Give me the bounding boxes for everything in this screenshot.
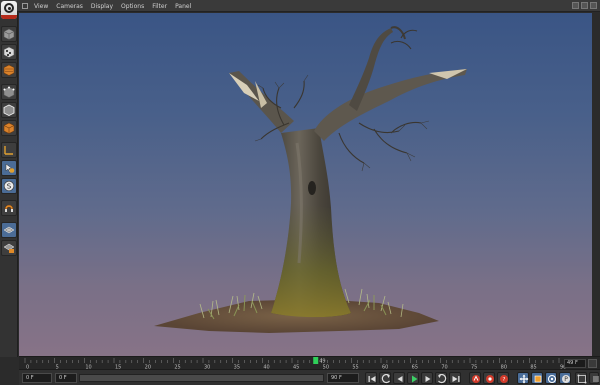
timeline-arrow-icon[interactable] xyxy=(588,359,597,368)
minimize-icon[interactable] xyxy=(572,2,579,9)
workplane-icon[interactable] xyxy=(1,222,17,238)
tweak-mode-icon[interactable] xyxy=(1,160,17,176)
point-level-animation-icon[interactable] xyxy=(575,372,587,384)
tree-render-image xyxy=(154,26,467,333)
snap-icon[interactable] xyxy=(1,200,17,216)
svg-text:?: ? xyxy=(503,377,506,383)
menu-display[interactable]: Display xyxy=(91,3,113,10)
menu-options[interactable]: Options xyxy=(121,3,144,10)
record-position-icon[interactable] xyxy=(517,372,529,384)
record-parameter-icon[interactable]: P xyxy=(559,372,571,384)
next-key-icon[interactable] xyxy=(435,372,447,384)
model-mode-icon[interactable] xyxy=(1,26,17,42)
min-frame-field[interactable]: 0 F xyxy=(55,373,77,383)
timeline-menu-icon[interactable] xyxy=(589,372,599,384)
maximize-icon[interactable] xyxy=(581,2,588,9)
transport-bar: 0 F 0 F 90 F ? P xyxy=(19,369,600,385)
play-icon[interactable] xyxy=(407,372,419,384)
go-to-start-icon[interactable] xyxy=(365,372,377,384)
menu-view[interactable]: View xyxy=(34,3,48,10)
viewport-menu: View Cameras Display Options Filter Pane… xyxy=(22,0,191,12)
texture-mode-icon[interactable] xyxy=(1,44,17,60)
playhead-frame-label: 49 xyxy=(319,359,325,365)
menu-filter[interactable]: Filter xyxy=(152,3,167,10)
window-controls xyxy=(572,2,597,9)
previous-key-icon[interactable] xyxy=(379,372,391,384)
timeline-ruler[interactable]: 05101520253035404550556065707580859049 4… xyxy=(19,356,600,370)
menu-cameras[interactable]: Cameras xyxy=(56,3,83,10)
record-scale-icon[interactable] xyxy=(531,372,543,384)
current-frame-field[interactable]: 49 F xyxy=(564,359,586,368)
lock-workplane-icon[interactable] xyxy=(1,240,17,256)
playhead[interactable] xyxy=(313,357,319,364)
points-mode-icon[interactable] xyxy=(1,84,17,100)
previous-frame-icon[interactable] xyxy=(393,372,405,384)
next-frame-icon[interactable] xyxy=(421,372,433,384)
svg-text:S: S xyxy=(7,182,12,190)
cinema4d-logo-icon[interactable] xyxy=(1,1,17,19)
go-to-end-icon[interactable] xyxy=(449,372,461,384)
keyframe-selection-icon[interactable]: ? xyxy=(497,372,509,384)
menu-bar: View Cameras Display Options Filter Pane… xyxy=(0,0,600,19)
menu-panel[interactable]: Panel xyxy=(175,3,191,10)
start-frame-field[interactable]: 0 F xyxy=(22,373,52,383)
edges-mode-icon[interactable] xyxy=(1,102,17,118)
viewport-3d[interactable] xyxy=(19,13,592,356)
max-frame-field[interactable]: 90 F xyxy=(327,373,359,383)
texture-axis-icon[interactable] xyxy=(1,62,17,78)
viewport-grid-icon[interactable] xyxy=(22,3,28,9)
close-icon[interactable] xyxy=(590,2,597,9)
left-toolbar: S xyxy=(0,12,18,357)
record-active-objects-icon[interactable] xyxy=(469,372,481,384)
frame-range-slider[interactable] xyxy=(79,374,324,382)
autokeying-icon[interactable] xyxy=(483,372,495,384)
solo-icon[interactable]: S xyxy=(1,178,17,194)
polygons-mode-icon[interactable] xyxy=(1,120,17,136)
axis-mode-icon[interactable] xyxy=(1,142,17,158)
svg-text:P: P xyxy=(564,376,568,383)
record-rotation-icon[interactable] xyxy=(545,372,557,384)
